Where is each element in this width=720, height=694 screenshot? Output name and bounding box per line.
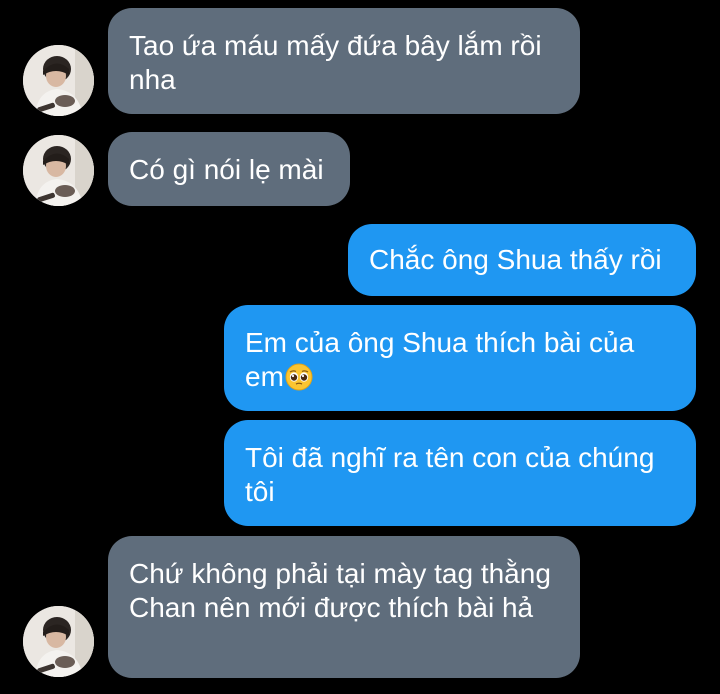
message-bubble-outgoing[interactable]: Chắc ông Shua thấy rồi — [348, 224, 696, 296]
avatar-photo-icon — [23, 606, 94, 677]
avatar-photo-icon — [23, 135, 94, 206]
avatar-photo-icon — [23, 45, 94, 116]
message-text: Chắc ông Shua thấy rồi — [369, 244, 662, 275]
message-text: Tao ứa máu mấy đứa bây lắm rồi nha — [129, 30, 542, 95]
sender-avatar[interactable] — [23, 606, 94, 677]
message-bubble-incoming[interactable]: Có gì nói lẹ mài — [108, 132, 350, 206]
message-bubble-incoming[interactable]: Chứ không phải tại mày tag thằng Chan nê… — [108, 536, 580, 678]
message-bubble-outgoing[interactable]: Tôi đã nghĩ ra tên con của chúng tôi — [224, 420, 696, 526]
message-bubble-incoming[interactable]: Tao ứa máu mấy đứa bây lắm rồi nha — [108, 8, 580, 114]
message-bubble-outgoing[interactable]: Em của ông Shua thích bài của em — [224, 305, 696, 411]
message-text: Chứ không phải tại mày tag thằng Chan nê… — [129, 558, 551, 623]
pleading-face-icon — [285, 363, 313, 391]
message-text: Có gì nói lẹ mài — [129, 154, 324, 185]
message-text: Tôi đã nghĩ ra tên con của chúng tôi — [245, 442, 655, 507]
sender-avatar[interactable] — [23, 135, 94, 206]
sender-avatar[interactable] — [23, 45, 94, 116]
